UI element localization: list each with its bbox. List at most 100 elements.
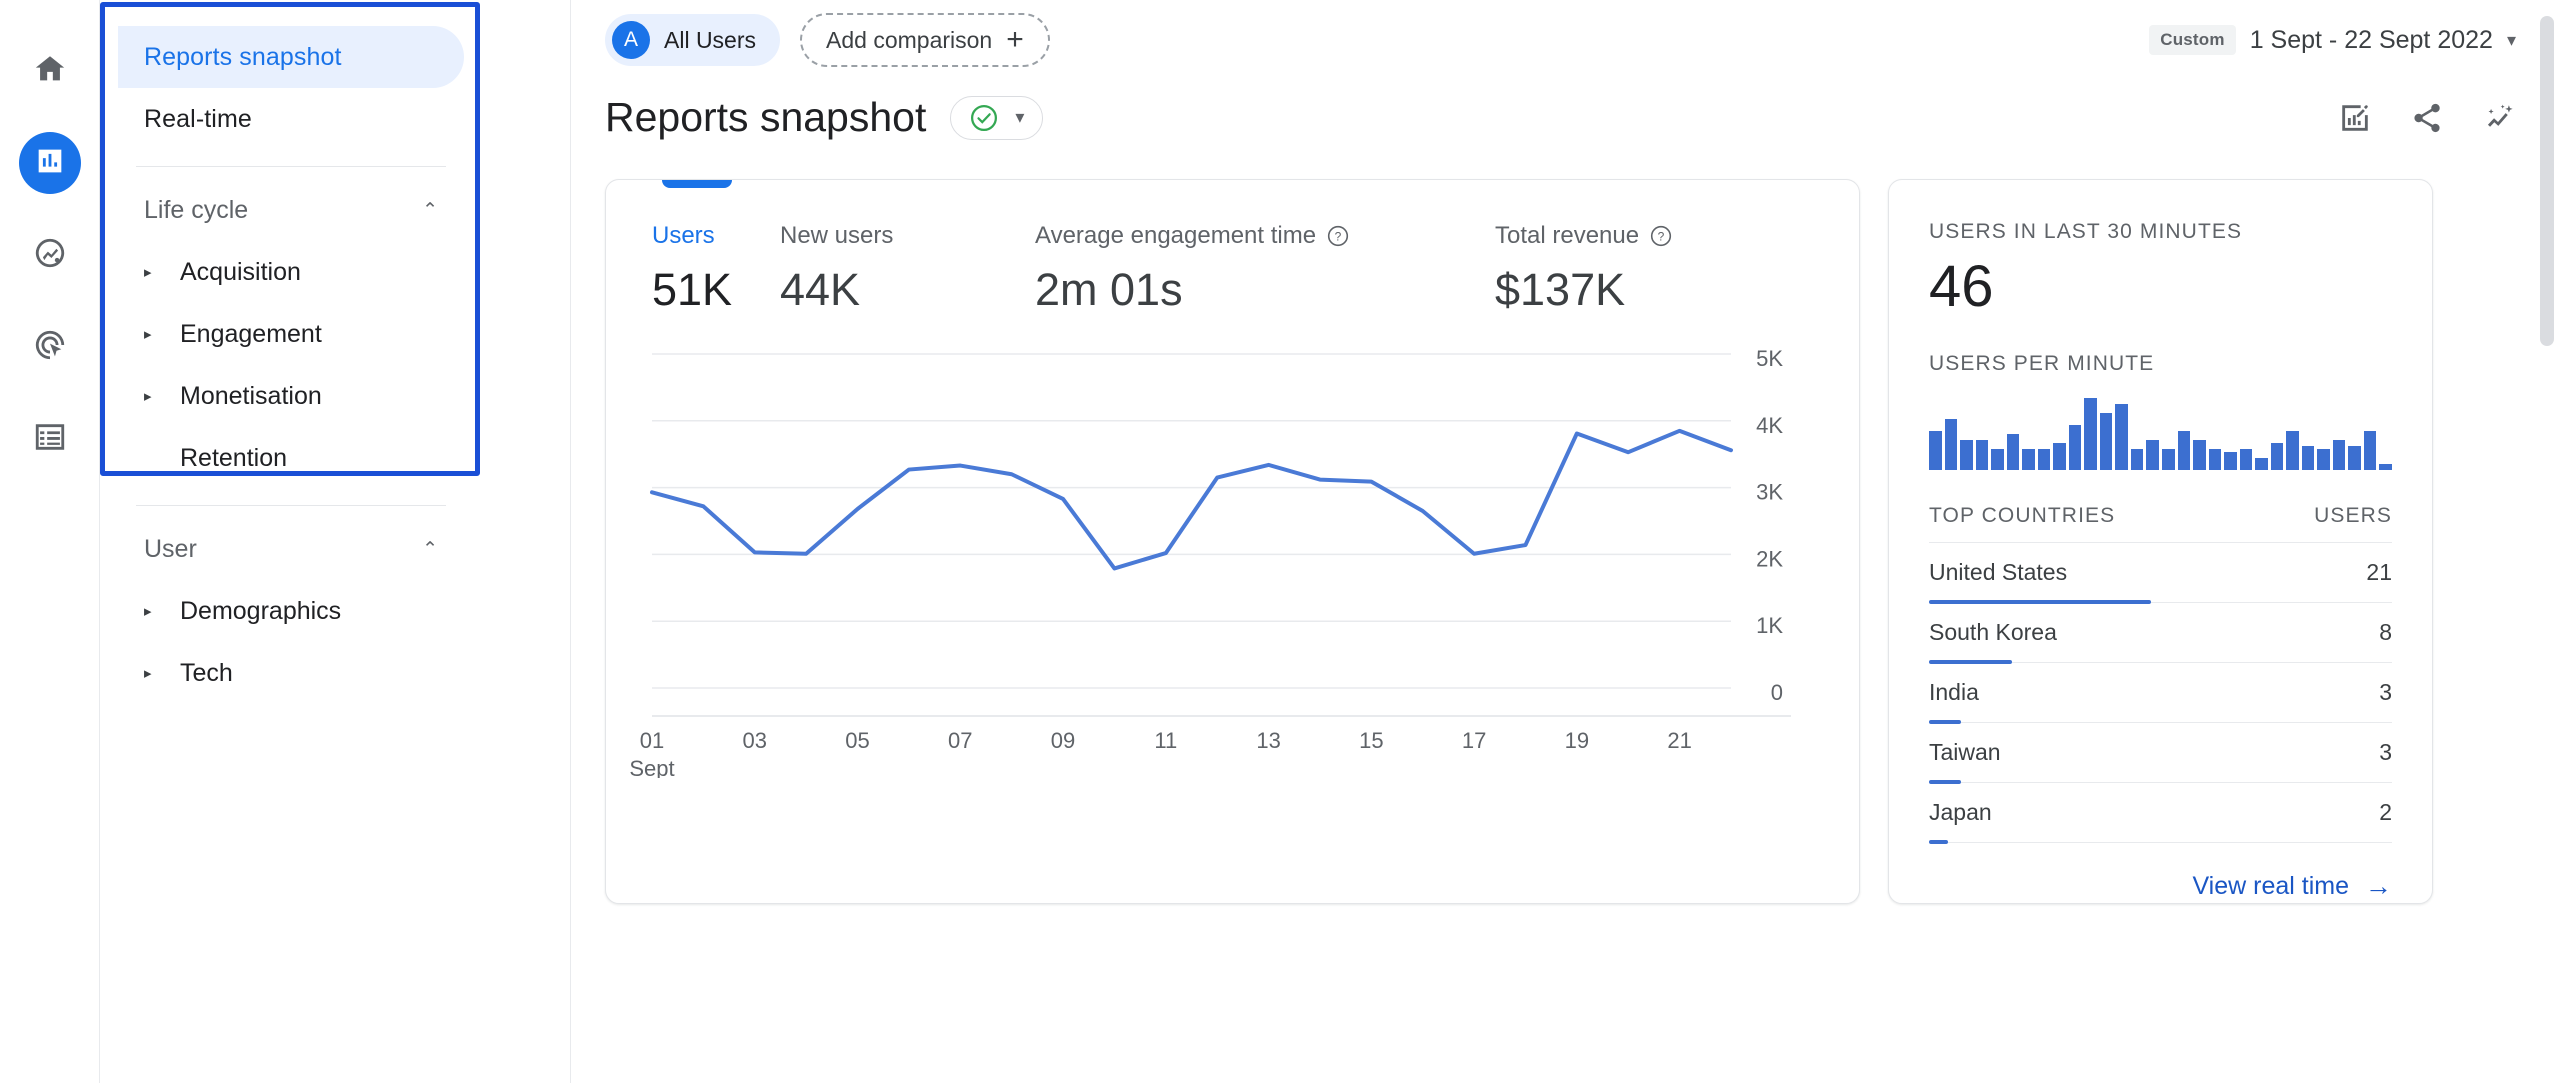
sparkline-bar: [1991, 449, 2004, 470]
rail-item-advertising[interactable]: [19, 316, 81, 378]
table-row[interactable]: Taiwan 3: [1929, 723, 2392, 784]
rail-item-home[interactable]: [19, 40, 81, 102]
sidebar-nav: Reports snapshot Real-time Life cycle ⌃ …: [106, 8, 476, 1078]
overview-card: Users 51K New users 44K Average engageme…: [605, 179, 1860, 904]
svg-text:2K: 2K: [1756, 546, 1783, 571]
metric-label: New users: [780, 222, 894, 249]
table-row[interactable]: Japan 2: [1929, 783, 2392, 844]
sidebar-item-label: Tech: [180, 658, 233, 687]
country-users: 3: [2379, 739, 2392, 765]
users-last-30-value: 46: [1929, 254, 1994, 319]
vertical-scrollbar[interactable]: [2540, 16, 2554, 346]
reports-bar-chart-icon: [33, 144, 67, 183]
active-tab-indicator: [662, 180, 732, 188]
sparkline-bar: [2084, 398, 2097, 470]
metric-users[interactable]: Users 51K: [652, 222, 780, 316]
users-per-minute-label: USERS PER MINUTE: [1929, 352, 2155, 375]
add-comparison-button[interactable]: Add comparison +: [800, 13, 1050, 67]
sidebar-group-user[interactable]: User ⌃: [118, 518, 464, 580]
main-content: A All Users Add comparison + Custom 1 Se…: [570, 0, 2560, 1083]
metric-new-users[interactable]: New users 44K: [780, 222, 1035, 316]
sparkline-bar: [2301, 446, 2315, 470]
rail-item-reports[interactable]: [18, 132, 81, 194]
users-per-minute-sparkline: [1929, 398, 2392, 470]
sidebar-item-monetisation[interactable]: ▸ Monetisation: [118, 365, 464, 427]
line-chart-svg: 0 1K 2K 3K 4K 5K 01 Sept 03 05 07 09 11 13 15 17 19 21: [629, 346, 1791, 781]
status-badge[interactable]: ▾: [950, 95, 1044, 140]
sparkline-bar: [2115, 404, 2128, 470]
country-name: United States: [1929, 559, 2068, 585]
sidebar-item-retention[interactable]: ▸ Retention: [118, 427, 464, 489]
top-toolbar: A All Users Add comparison + Custom 1 Se…: [571, 0, 2560, 80]
country-bar: [1929, 840, 1948, 844]
metric-avg-engagement-time[interactable]: Average engagement time ? 2m 01s: [1035, 222, 1495, 316]
table-row[interactable]: United States 21: [1929, 543, 2392, 604]
sidebar-item-acquisition[interactable]: ▸ Acquisition: [118, 241, 464, 303]
insights-icon[interactable]: [2482, 101, 2516, 135]
sidebar-item-reports-snapshot[interactable]: Reports snapshot: [118, 26, 464, 88]
help-icon[interactable]: ?: [1649, 224, 1673, 248]
svg-text:11: 11: [1154, 728, 1177, 753]
metric-total-revenue[interactable]: Total revenue ? $137K: [1495, 222, 1795, 316]
rail-item-explore[interactable]: [19, 224, 81, 286]
sparkline-bar: [2146, 440, 2159, 470]
sparkline-bar: [2099, 413, 2113, 470]
sidebar-group-life-cycle[interactable]: Life cycle ⌃: [118, 179, 464, 241]
cards-row: Users 51K New users 44K Average engageme…: [571, 141, 2560, 904]
sparkline-bar: [1975, 440, 1989, 470]
sidebar-item-real-time[interactable]: Real-time: [118, 88, 464, 150]
svg-text:05: 05: [845, 728, 869, 753]
home-icon: [33, 52, 67, 91]
left-icon-rail: [0, 0, 100, 1083]
sparkline-bar: [2053, 443, 2066, 470]
sparkline-bar: [2255, 458, 2268, 470]
audience-chip-all-users[interactable]: A All Users: [605, 14, 781, 66]
chevron-down-icon: ▾: [2506, 29, 2516, 50]
table-row[interactable]: India 3: [1929, 663, 2392, 724]
sidebar-item-demographics[interactable]: ▸ Demographics: [118, 580, 464, 642]
svg-text:03: 03: [743, 728, 767, 753]
metrics-row: Users 51K New users 44K Average engageme…: [606, 180, 1859, 316]
sidebar-divider: [136, 166, 446, 167]
svg-text:Sept: Sept: [629, 756, 674, 778]
sparkline-bar: [2332, 440, 2346, 470]
svg-text:01: 01: [640, 728, 664, 753]
arrow-right-icon: →: [2365, 871, 2392, 901]
svg-text:5K: 5K: [1756, 346, 1783, 371]
chevron-right-icon: ▸: [144, 602, 152, 620]
share-icon[interactable]: [2410, 101, 2444, 135]
explore-icon: [33, 236, 67, 275]
sparkline-bar: [2363, 431, 2377, 470]
svg-text:15: 15: [1359, 728, 1383, 753]
sparkline-bar: [2286, 431, 2299, 470]
svg-text:?: ?: [1658, 229, 1665, 243]
country-name: India: [1929, 679, 1979, 705]
sidebar-item-label: Demographics: [180, 596, 342, 625]
view-real-time-link[interactable]: View real time →: [1929, 843, 2392, 902]
sparkline-bar: [2348, 446, 2361, 470]
rail-item-configure[interactable]: [19, 408, 81, 470]
svg-text:21: 21: [1667, 728, 1691, 753]
sidebar-item-engagement[interactable]: ▸ Engagement: [118, 303, 464, 365]
country-name: South Korea: [1929, 619, 2057, 645]
page-title: Reports snapshot: [605, 94, 927, 140]
table-row[interactable]: South Korea 8: [1929, 603, 2392, 664]
sparkline-bar: [2224, 452, 2237, 470]
date-range-picker[interactable]: Custom 1 Sept - 22 Sept 2022 ▾: [2149, 25, 2516, 55]
country-name: Taiwan: [1929, 739, 2001, 765]
sidebar-item-label: Retention: [180, 443, 288, 472]
date-range-value: 1 Sept - 22 Sept 2022: [2249, 25, 2493, 54]
sidebar-item-label: Monetisation: [180, 381, 322, 410]
sparkline-bar: [2037, 449, 2051, 470]
app-root: Reports snapshot Real-time Life cycle ⌃ …: [0, 0, 2560, 1083]
sidebar-item-tech[interactable]: ▸ Tech: [118, 642, 464, 704]
chevron-right-icon: ▸: [144, 263, 152, 281]
sparkline-bar: [2270, 443, 2284, 470]
country-users: 2: [2379, 799, 2392, 825]
column-header-country: TOP COUNTRIES: [1929, 504, 2116, 527]
help-icon[interactable]: ?: [1326, 224, 1350, 248]
users-over-time-chart[interactable]: 0 1K 2K 3K 4K 5K 01 Sept 03 05 07 09 11 13 15 17 19 21: [606, 338, 1859, 781]
customise-report-icon[interactable]: [2338, 101, 2372, 135]
chevron-up-icon: ⌃: [422, 538, 438, 560]
chevron-down-icon: ▾: [1015, 107, 1025, 127]
